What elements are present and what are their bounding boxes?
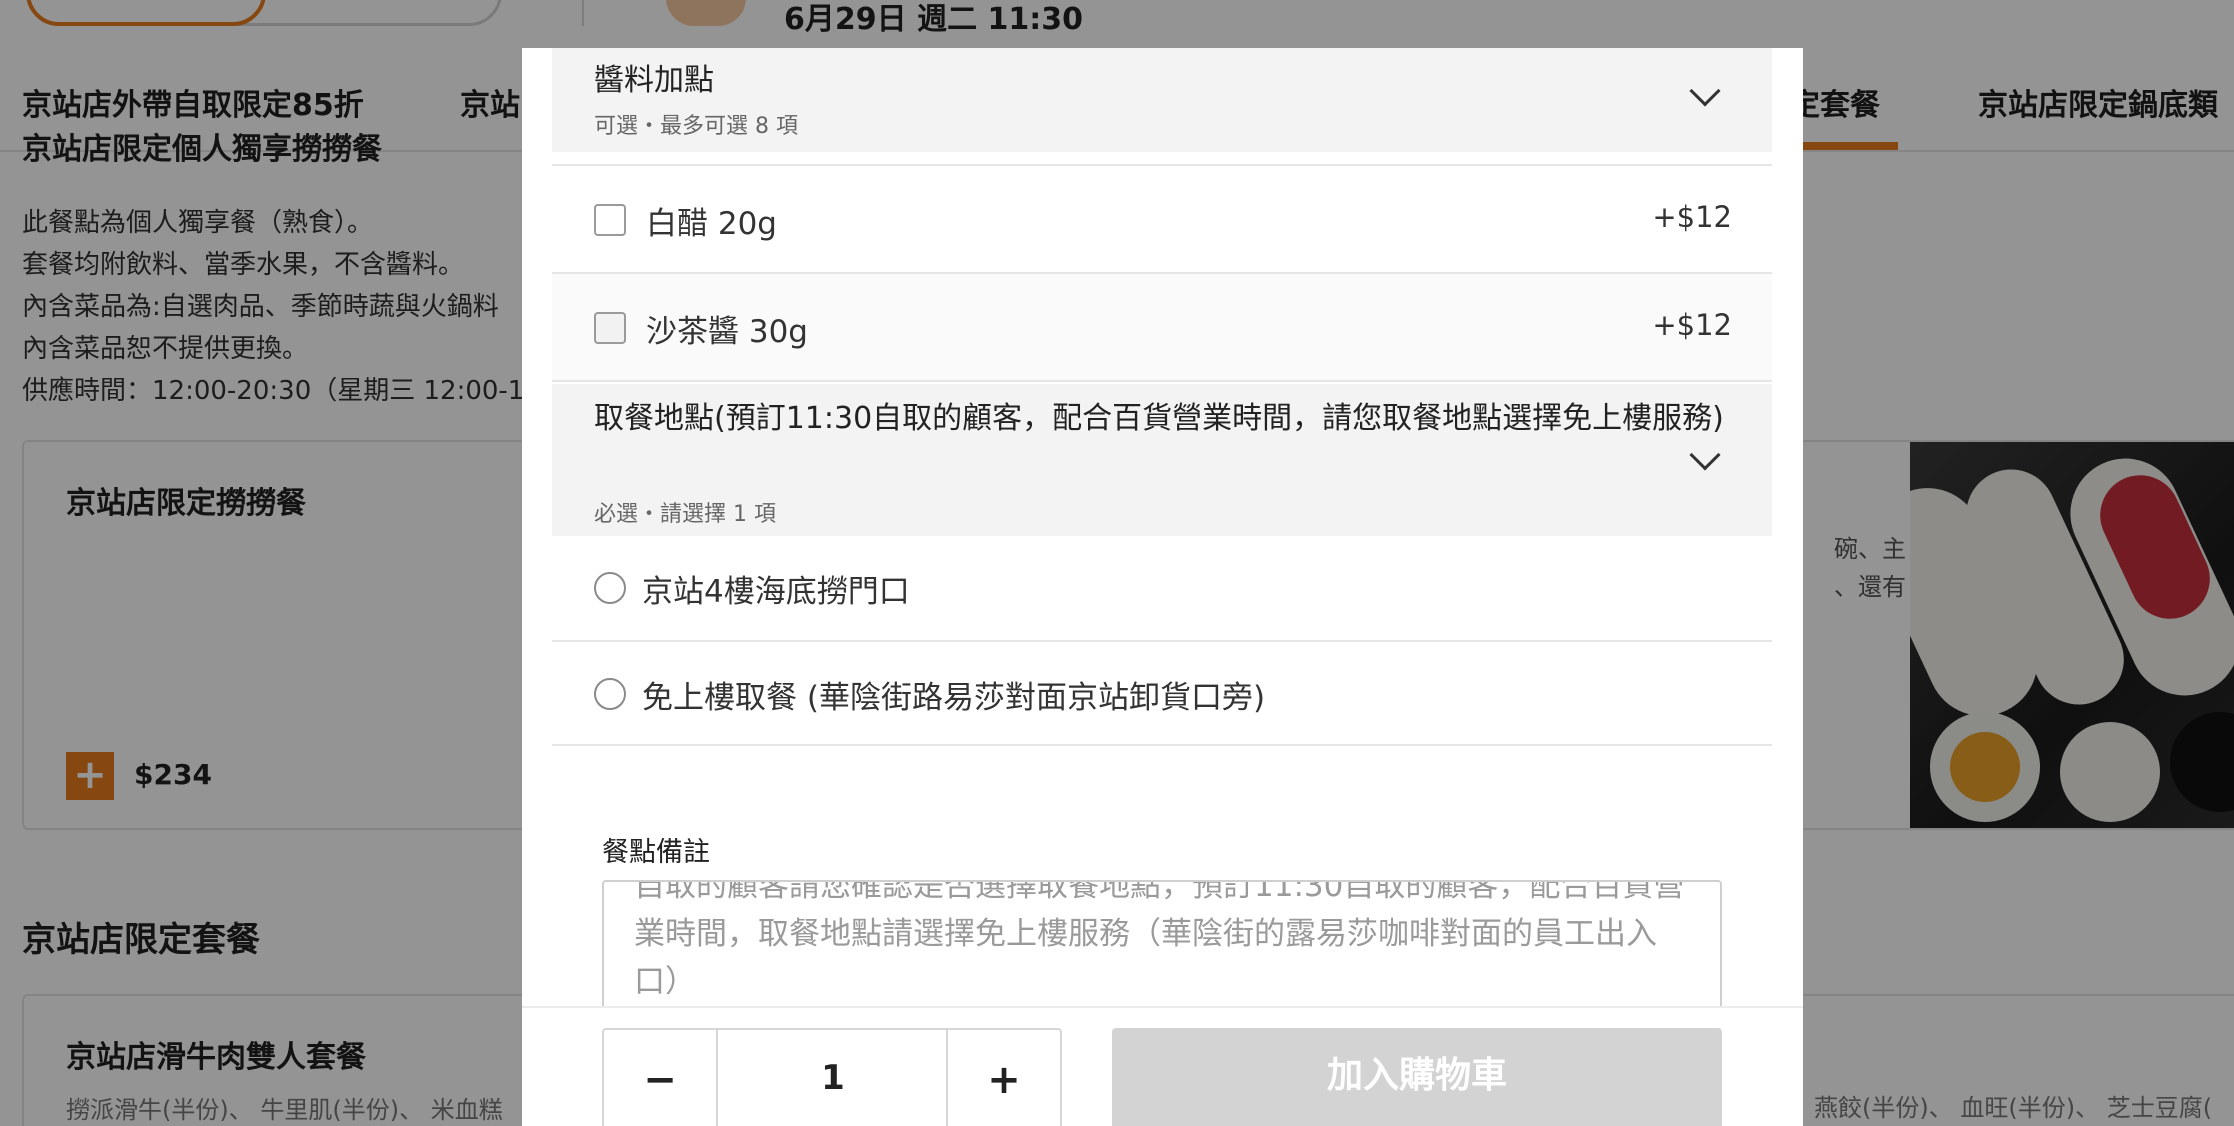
increase-button[interactable]: + xyxy=(946,1030,1060,1126)
add-to-cart-button[interactable]: 加入購物車 xyxy=(1112,1028,1722,1126)
option-group-header-pickup[interactable]: 取餐地點(預訂11:30自取的顧客，配合百貨營業時間，請您取餐地點選擇免上樓服務… xyxy=(552,384,1772,536)
option-price: +$12 xyxy=(1652,200,1732,234)
product-options-modal: 醬料加點 可選・最多可選 8 項 白醋 20g +$12 沙茶醬 30g +$1… xyxy=(522,48,1803,1126)
option-group-header-sauce[interactable]: 醬料加點 可選・最多可選 8 項 xyxy=(552,48,1772,152)
note-placeholder: 自取的顧客請您確認是否選擇取餐地點，預訂11:30自取的顧客，配合百貨營業時間，… xyxy=(634,880,1685,1000)
decrease-button[interactable]: − xyxy=(604,1030,718,1126)
group-subtitle: 可選・最多可選 8 項 xyxy=(594,114,798,139)
quantity-stepper: − 1 + xyxy=(602,1028,1062,1126)
option-label: 免上樓取餐 (華陰街路易莎對面京站卸貨口旁) xyxy=(642,680,1266,716)
radio-button[interactable] xyxy=(594,572,626,604)
option-label: 京站4樓海底撈門口 xyxy=(642,574,910,610)
group-title: 取餐地點(預訂11:30自取的顧客，配合百貨營業時間，請您取餐地點選擇免上樓服務… xyxy=(594,401,1724,436)
option-row[interactable]: 免上樓取餐 (華陰街路易莎對面京站卸貨口旁) xyxy=(552,642,1772,746)
chevron-down-icon[interactable] xyxy=(1689,439,1721,471)
group-title: 醬料加點 xyxy=(594,63,714,98)
checkbox[interactable] xyxy=(594,312,626,344)
chevron-down-icon[interactable] xyxy=(1689,75,1721,107)
option-label: 沙茶醬 30g xyxy=(646,314,808,350)
quantity-value: 1 xyxy=(821,1058,845,1098)
radio-button[interactable] xyxy=(594,678,626,710)
option-row[interactable]: 白醋 20g +$12 xyxy=(552,164,1772,274)
option-row[interactable]: 沙茶醬 30g +$12 xyxy=(552,274,1772,382)
note-label: 餐點備註 xyxy=(602,837,710,868)
option-row[interactable]: 京站4樓海底撈門口 xyxy=(552,536,1772,642)
option-price: +$12 xyxy=(1652,308,1732,342)
modal-footer: − 1 + 加入購物車 xyxy=(522,1006,1803,1126)
checkbox[interactable] xyxy=(594,204,626,236)
option-label: 白醋 20g xyxy=(646,206,777,242)
group-subtitle: 必選・請選擇 1 項 xyxy=(594,502,776,527)
